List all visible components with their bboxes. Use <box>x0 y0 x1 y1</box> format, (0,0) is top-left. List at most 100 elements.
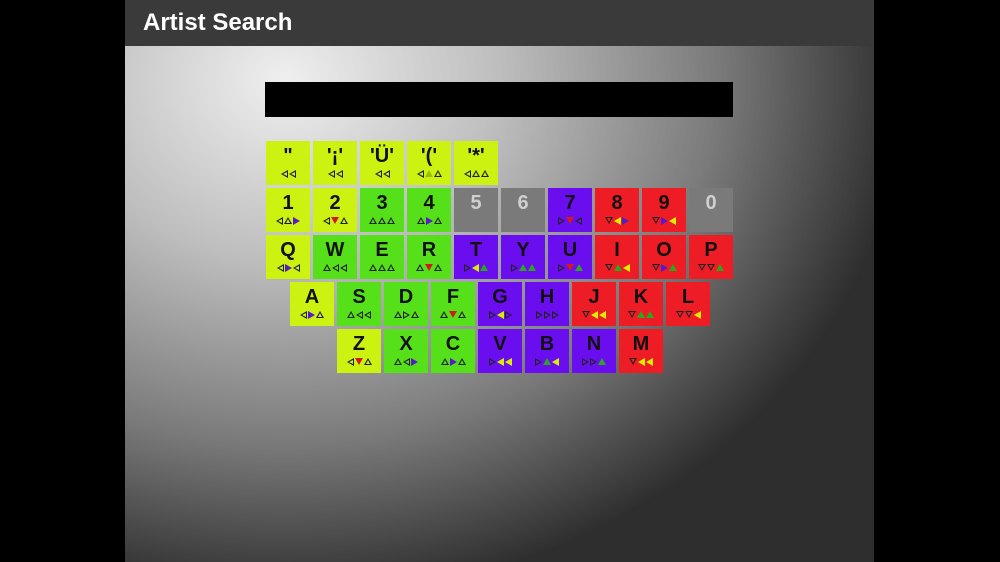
key-w[interactable]: W <box>313 235 357 279</box>
left-arrow-icon <box>599 310 606 319</box>
left-arrow-icon <box>276 263 284 272</box>
key-0[interactable]: 0 <box>689 188 733 232</box>
key-j[interactable]: J <box>572 282 616 326</box>
key-r[interactable]: R <box>407 235 451 279</box>
down-arrow-icon <box>566 217 574 225</box>
left-arrow-icon <box>496 310 504 319</box>
key-label: F <box>446 286 460 308</box>
direction-sequence <box>266 215 310 227</box>
left-arrow-icon <box>288 169 296 178</box>
down-arrow-icon <box>425 264 433 272</box>
left-arrow-icon <box>327 169 335 178</box>
up-arrow-icon <box>387 264 395 272</box>
direction-sequence <box>548 262 592 274</box>
direction-sequence <box>525 309 569 321</box>
direction-sequence <box>689 262 733 274</box>
key-h[interactable]: H <box>525 282 569 326</box>
search-input[interactable] <box>265 82 733 117</box>
left-arrow-icon <box>552 357 559 366</box>
up-arrow-icon <box>316 311 324 319</box>
key-c[interactable]: C <box>431 329 475 373</box>
key-i[interactable]: I <box>595 235 639 279</box>
key-b[interactable]: B <box>525 329 569 373</box>
left-arrow-icon <box>356 310 363 319</box>
key-symbol-2[interactable]: 'Ü' <box>360 141 404 185</box>
key-k[interactable]: K <box>619 282 663 326</box>
key-label: M <box>632 333 650 355</box>
key-5[interactable]: 5 <box>454 188 498 232</box>
left-arrow-icon <box>504 357 512 366</box>
key-label: '(' <box>420 145 438 167</box>
direction-sequence <box>619 356 663 368</box>
key-label: V <box>493 333 507 355</box>
key-g[interactable]: G <box>478 282 522 326</box>
direction-sequence <box>501 215 545 227</box>
key-d[interactable]: D <box>384 282 428 326</box>
left-arrow-icon <box>463 169 471 178</box>
key-s[interactable]: S <box>337 282 381 326</box>
left-arrow-icon <box>591 310 598 319</box>
key-q[interactable]: Q <box>266 235 310 279</box>
left-arrow-icon <box>276 216 283 225</box>
direction-sequence <box>360 262 404 274</box>
key-a[interactable]: A <box>290 282 334 326</box>
left-arrow-icon <box>382 169 390 178</box>
key-label: G <box>492 286 508 308</box>
key-o[interactable]: O <box>642 235 686 279</box>
key-z[interactable]: Z <box>337 329 381 373</box>
up-arrow-icon <box>416 264 424 272</box>
direction-sequence <box>642 215 686 227</box>
up-arrow-icon <box>598 358 606 366</box>
left-arrow-icon <box>332 263 339 272</box>
direction-sequence <box>407 168 451 180</box>
down-arrow-icon <box>652 217 660 225</box>
key-symbol-0[interactable]: " <box>266 141 310 185</box>
key-p[interactable]: P <box>689 235 733 279</box>
key-e[interactable]: E <box>360 235 404 279</box>
up-arrow-icon <box>378 264 386 272</box>
direction-sequence <box>337 356 381 368</box>
key-symbol-3[interactable]: '(' <box>407 141 451 185</box>
key-f[interactable]: F <box>431 282 475 326</box>
up-arrow-icon <box>480 170 489 178</box>
direction-sequence <box>595 262 639 274</box>
key-label: 0 <box>705 192 717 214</box>
key-label: I <box>614 239 620 261</box>
key-v[interactable]: V <box>478 329 522 373</box>
key-u[interactable]: U <box>548 235 592 279</box>
right-arrow-icon <box>535 357 542 366</box>
key-9[interactable]: 9 <box>642 188 686 232</box>
up-arrow-icon <box>518 264 527 272</box>
key-n[interactable]: N <box>572 329 616 373</box>
title-bar: Artist Search <box>125 0 874 46</box>
key-symbol-1[interactable]: '¡' <box>313 141 357 185</box>
key-t[interactable]: T <box>454 235 498 279</box>
key-l[interactable]: L <box>666 282 710 326</box>
up-arrow-icon <box>716 264 724 272</box>
page-title: Artist Search <box>143 9 293 36</box>
key-label: L <box>681 286 695 308</box>
left-arrow-icon <box>472 263 479 272</box>
key-y[interactable]: Y <box>501 235 545 279</box>
key-label: B <box>539 333 555 355</box>
key-6[interactable]: 6 <box>501 188 545 232</box>
direction-sequence <box>454 262 498 274</box>
down-arrow-icon <box>675 311 684 319</box>
key-2[interactable]: 2 <box>313 188 357 232</box>
up-arrow-icon <box>410 311 419 319</box>
key-4[interactable]: 4 <box>407 188 451 232</box>
key-label: 2 <box>329 192 341 214</box>
key-symbol-4[interactable]: '*' <box>454 141 498 185</box>
key-label: Q <box>280 239 296 261</box>
key-1[interactable]: 1 <box>266 188 310 232</box>
key-7[interactable]: 7 <box>548 188 592 232</box>
right-arrow-icon <box>510 263 518 272</box>
direction-sequence <box>501 262 545 274</box>
key-m[interactable]: M <box>619 329 663 373</box>
key-x[interactable]: X <box>384 329 428 373</box>
direction-sequence <box>360 215 404 227</box>
key-3[interactable]: 3 <box>360 188 404 232</box>
direction-sequence <box>666 309 710 321</box>
up-arrow-icon <box>323 264 331 272</box>
key-8[interactable]: 8 <box>595 188 639 232</box>
